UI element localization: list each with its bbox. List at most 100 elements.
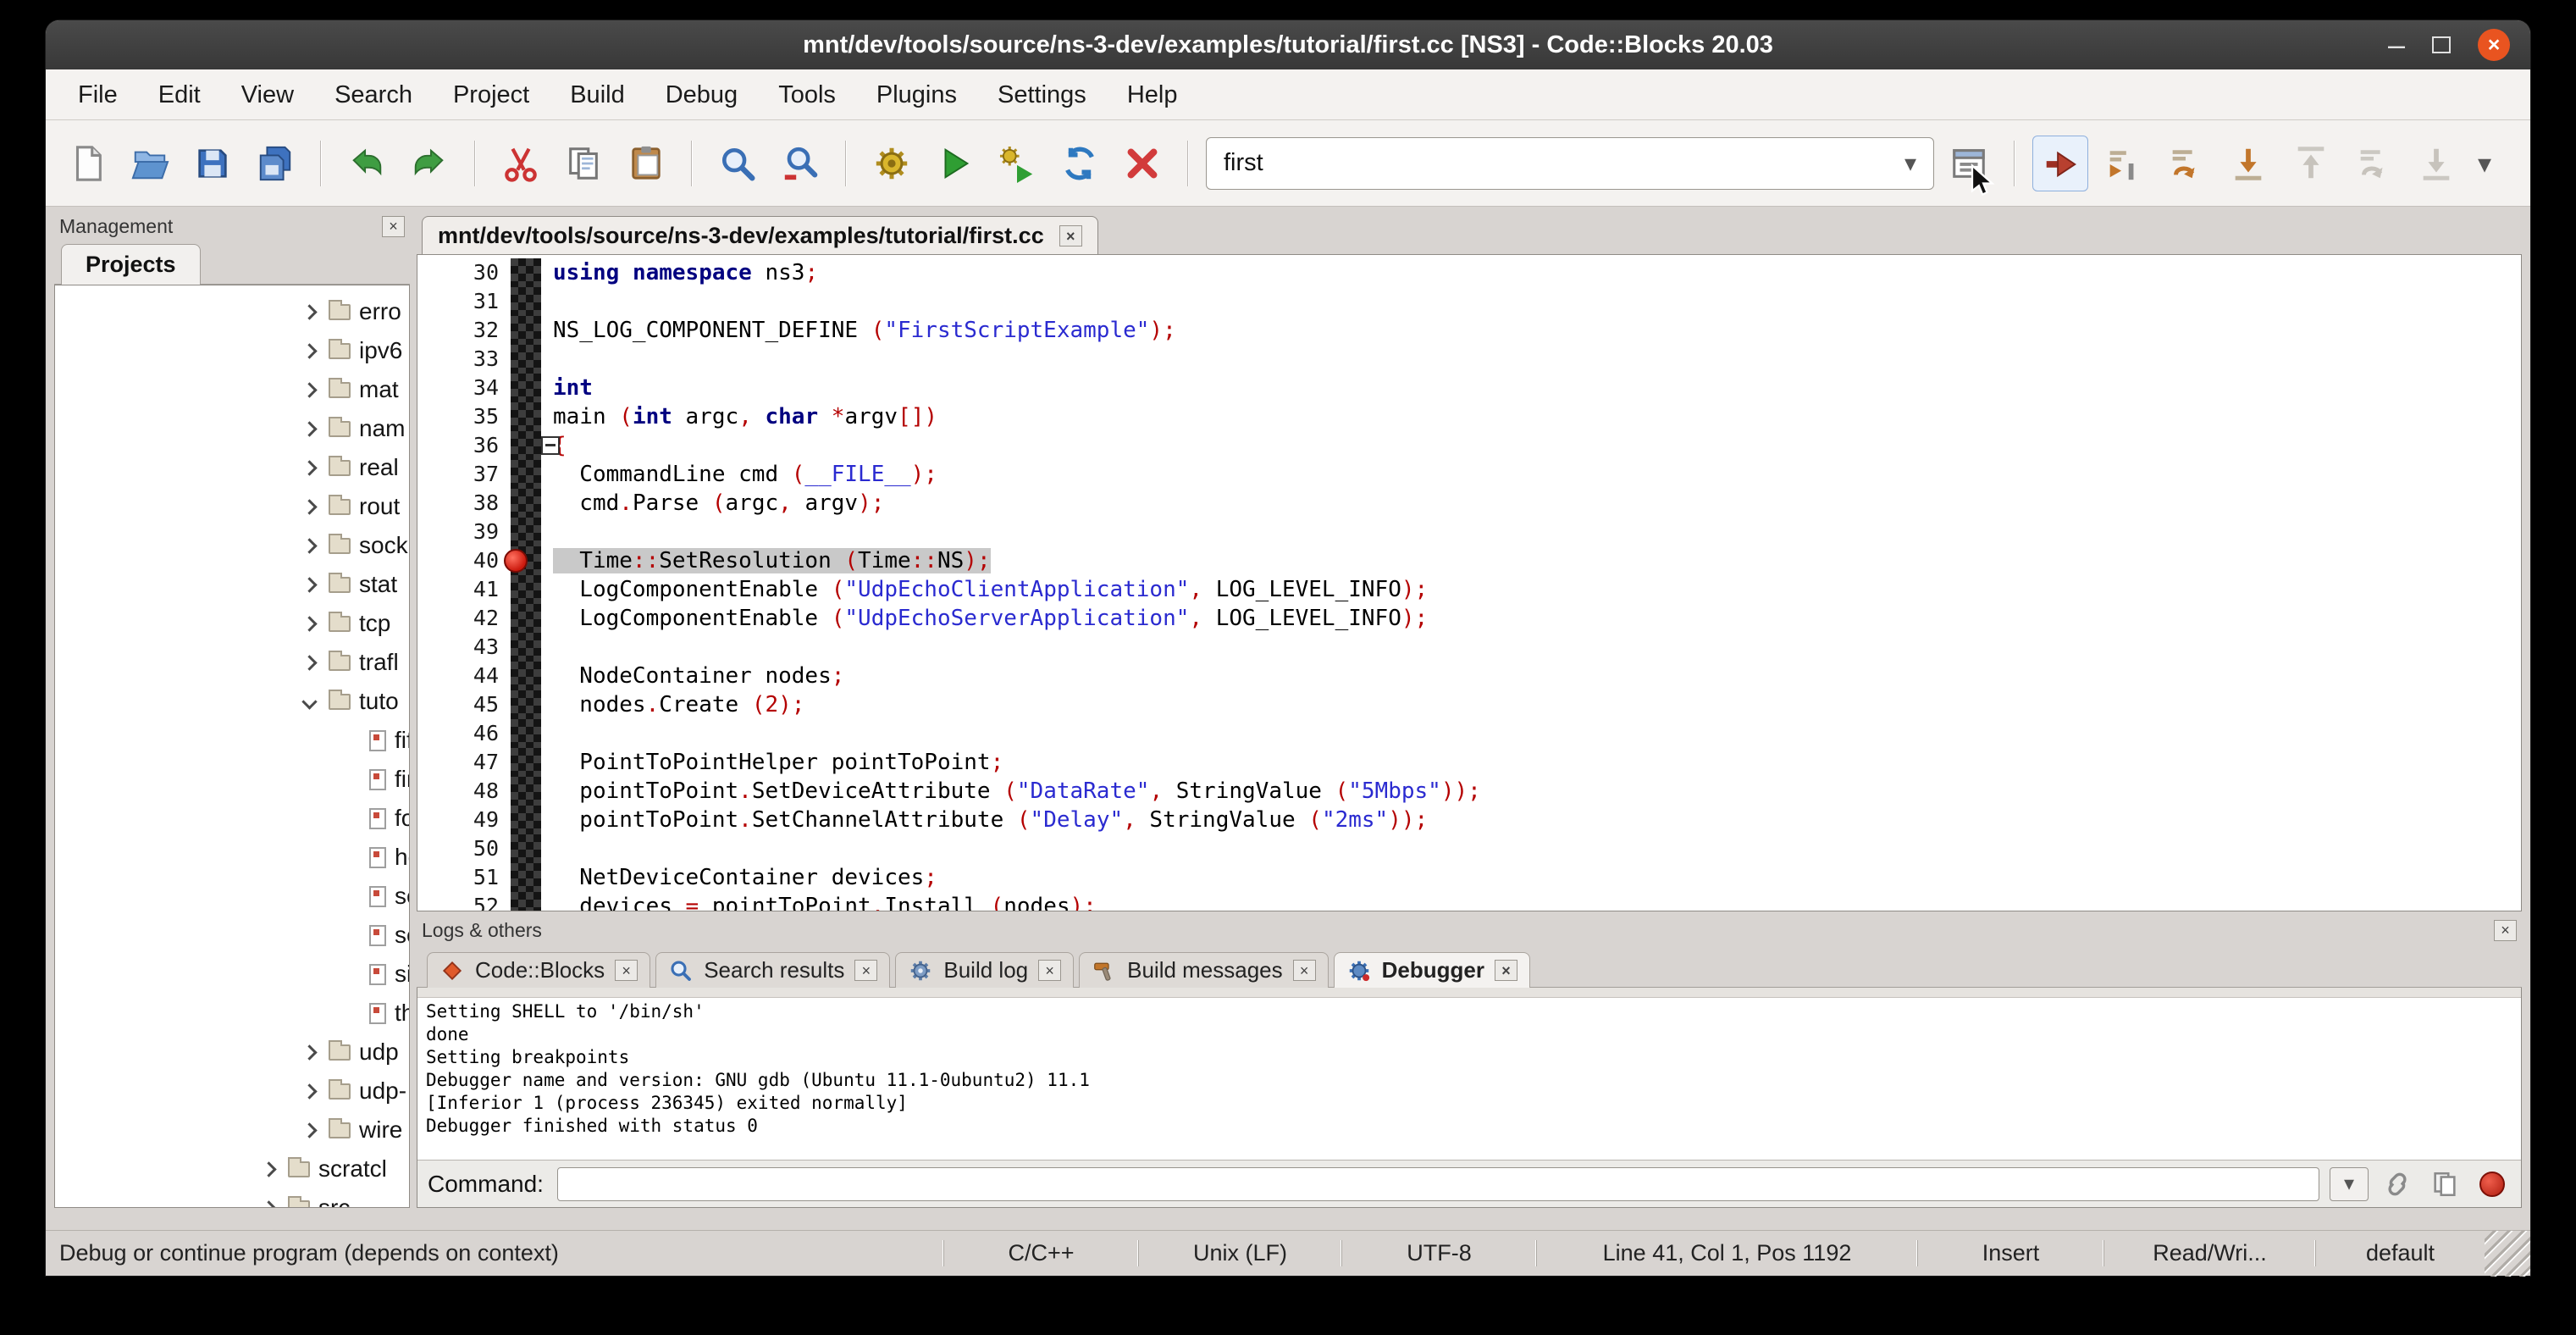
breakpoint-margin[interactable] — [511, 431, 541, 460]
tree-item-se[interactable]: se — [55, 916, 409, 955]
step-out-button[interactable] — [2283, 136, 2339, 191]
debug-continue-button[interactable] — [2032, 136, 2088, 191]
cut-button[interactable] — [493, 136, 549, 191]
breakpoint-margin[interactable] — [511, 662, 541, 690]
menu-settings[interactable]: Settings — [977, 69, 1107, 120]
resize-grip[interactable] — [2485, 1231, 2530, 1277]
tree-item-th[interactable]: th — [55, 994, 409, 1033]
breakpoint-margin[interactable] — [511, 834, 541, 863]
next-instruction-button[interactable] — [2346, 136, 2402, 191]
project-tree[interactable]: erroipv6matnamrealroutsockstattcptrafltu… — [54, 285, 410, 1208]
menu-project[interactable]: Project — [433, 69, 550, 120]
find-button[interactable] — [710, 136, 766, 191]
code-line-45[interactable]: 45 nodes.Create (2); — [417, 690, 2521, 719]
rebuild-button[interactable] — [1052, 136, 1108, 191]
run-to-cursor-button[interactable] — [2095, 136, 2151, 191]
breakpoint-marker[interactable] — [504, 549, 528, 573]
code-line-47[interactable]: 47 PointToPointHelper pointToPoint; — [417, 748, 2521, 777]
search-combobox[interactable]: first ▾ — [1206, 137, 1934, 190]
paste-button[interactable] — [618, 136, 674, 191]
tab-close-icon[interactable]: × — [854, 960, 877, 981]
breakpoint-margin[interactable] — [511, 287, 541, 316]
tab-projects[interactable]: Projects — [61, 244, 201, 285]
breakpoint-margin[interactable] — [511, 748, 541, 777]
chevron-right-icon[interactable] — [301, 655, 317, 670]
new-file-button[interactable] — [59, 136, 115, 191]
chevron-right-icon[interactable] — [301, 616, 317, 631]
menu-help[interactable]: Help — [1107, 69, 1198, 120]
maximize-button[interactable] — [2432, 36, 2451, 53]
chevron-right-icon[interactable] — [301, 577, 317, 592]
breakpoint-margin[interactable] — [511, 316, 541, 345]
code-line-50[interactable]: 50 — [417, 834, 2521, 863]
save-button[interactable] — [185, 136, 240, 191]
menu-tools[interactable]: Tools — [758, 69, 856, 120]
chevron-right-icon[interactable] — [301, 1044, 317, 1060]
step-into-button[interactable] — [2220, 136, 2276, 191]
redo-button[interactable] — [401, 136, 457, 191]
tree-item-fo[interactable]: fo — [55, 799, 409, 838]
code-line-35[interactable]: 35main (int argc, char *argv[]) — [417, 402, 2521, 431]
logs-close-icon[interactable]: × — [2494, 920, 2517, 941]
breakpoint-margin[interactable] — [511, 258, 541, 287]
menu-plugins[interactable]: Plugins — [856, 69, 977, 120]
breakpoint-margin[interactable] — [511, 863, 541, 892]
chevron-right-icon[interactable] — [261, 1161, 276, 1177]
code-line-44[interactable]: 44 NodeContainer nodes; — [417, 662, 2521, 690]
breakpoint-margin[interactable] — [511, 604, 541, 633]
code-line-43[interactable]: 43 — [417, 633, 2521, 662]
breakpoint-margin[interactable] — [511, 518, 541, 546]
minimize-button[interactable]: – — [2388, 36, 2405, 53]
code-line-49[interactable]: 49 pointToPoint.SetChannelAttribute ("De… — [417, 806, 2521, 834]
tree-item-mat[interactable]: mat — [55, 370, 409, 409]
tree-item-scratcl[interactable]: scratcl — [55, 1149, 409, 1188]
code-line-41[interactable]: 41 LogComponentEnable ("UdpEchoClientApp… — [417, 575, 2521, 604]
tree-item-udp-[interactable]: udp- — [55, 1072, 409, 1111]
tree-item-six[interactable]: six — [55, 955, 409, 994]
tree-item-tcp[interactable]: tcp — [55, 604, 409, 643]
tree-item-fif[interactable]: fif — [55, 721, 409, 760]
copy-button[interactable] — [556, 136, 611, 191]
fold-collapse-icon[interactable] — [541, 436, 560, 455]
editor-tab-close-icon[interactable]: × — [1059, 225, 1082, 247]
code-line-36[interactable]: 36{ — [417, 431, 2521, 460]
tree-item-he[interactable]: he — [55, 838, 409, 877]
logs-tab-code-blocks[interactable]: Code::Blocks× — [427, 952, 650, 988]
tab-close-icon[interactable]: × — [1038, 960, 1061, 981]
step-into-instruction-button[interactable] — [2408, 136, 2464, 191]
code-editor[interactable]: 30using namespace ns3;3132NS_LOG_COMPONE… — [417, 254, 2522, 911]
code-line-37[interactable]: 37 CommandLine cmd (__FILE__); — [417, 460, 2521, 489]
breakpoint-margin[interactable] — [511, 690, 541, 719]
chevron-right-icon[interactable] — [301, 343, 317, 358]
tree-item-trafl[interactable]: trafl — [55, 643, 409, 682]
menu-build[interactable]: Build — [550, 69, 645, 120]
chevron-down-icon[interactable] — [301, 694, 317, 709]
code-line-30[interactable]: 30using namespace ns3; — [417, 258, 2521, 287]
tree-item-nam[interactable]: nam — [55, 409, 409, 448]
debugger-log[interactable]: Setting SHELL to '/bin/sh'doneSetting br… — [417, 998, 2521, 1160]
breakpoint-margin[interactable] — [511, 402, 541, 431]
code-line-46[interactable]: 46 — [417, 719, 2521, 748]
chevron-right-icon[interactable] — [301, 382, 317, 397]
build-button[interactable] — [864, 136, 920, 191]
tree-item-stat[interactable]: stat — [55, 565, 409, 604]
attach-button[interactable] — [2379, 1166, 2416, 1203]
code-line-32[interactable]: 32NS_LOG_COMPONENT_DEFINE ("FirstScriptE… — [417, 316, 2521, 345]
code-line-39[interactable]: 39 — [417, 518, 2521, 546]
replace-button[interactable] — [772, 136, 828, 191]
logs-tab-build-log[interactable]: Build log× — [895, 952, 1074, 988]
tab-close-icon[interactable]: × — [1293, 960, 1316, 981]
build-and-run-button[interactable] — [989, 136, 1045, 191]
tree-item-sock[interactable]: sock — [55, 526, 409, 565]
tab-close-icon[interactable]: × — [1495, 960, 1517, 981]
menu-debug[interactable]: Debug — [645, 69, 758, 120]
logs-tab-search-results[interactable]: Search results× — [655, 952, 890, 988]
code-line-40[interactable]: 40 Time::SetResolution (Time::NS); — [417, 546, 2521, 575]
breakpoint-margin[interactable] — [511, 719, 541, 748]
undo-button[interactable] — [339, 136, 395, 191]
chevron-right-icon[interactable] — [301, 1083, 317, 1099]
save-all-button[interactable] — [247, 136, 303, 191]
menu-search[interactable]: Search — [314, 69, 433, 120]
breakpoint-margin[interactable] — [511, 777, 541, 806]
chevron-right-icon[interactable] — [301, 304, 317, 319]
